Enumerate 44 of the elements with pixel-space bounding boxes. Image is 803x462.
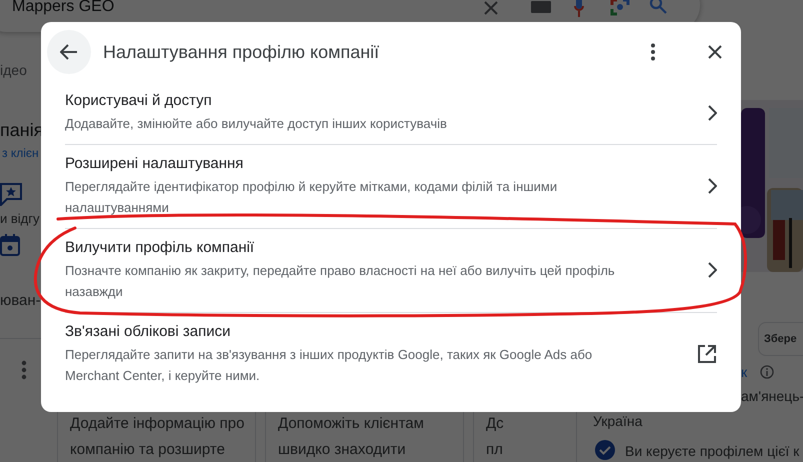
info-icon[interactable] xyxy=(760,365,774,379)
item-description: Позначте компанію як закриту, передайте право власності на неї або вилучіть цей профіль назавжди xyxy=(65,262,616,301)
save-button[interactable]: Збере xyxy=(758,322,803,356)
microphone-icon[interactable] xyxy=(574,0,584,18)
card-text: Додайте інформацію про xyxy=(70,414,243,434)
directions-link[interactable]: к xyxy=(741,364,748,380)
calendar-icon xyxy=(0,234,20,256)
item-description: Додавайте, змінюйте або вилучайте доступ інших користувачів xyxy=(65,115,448,133)
settings-item[interactable]: Зв'язані облікові записи Переглядайте запити на зв'язування з інших продуктів Google, таких як Google Ads або Merchant Center, і керуйте ними. xyxy=(65,313,717,396)
camera-lens-icon[interactable] xyxy=(610,0,630,17)
more-vert-icon[interactable] xyxy=(21,360,27,380)
card-text: швидко знаходити xyxy=(278,440,407,460)
managed-note: Ви керуєте профілем цієї к xyxy=(625,443,800,459)
item-title: Вилучити профіль компанії xyxy=(65,238,256,258)
item-description: Переглядайте запити на зв'язування з інших продуктів Google, таких як Google Ads або Merchant Center, і керуйте ними. xyxy=(65,346,594,385)
action-label[interactable]: и відгу xyxy=(0,211,40,226)
country-text: Україна xyxy=(593,413,642,429)
settings-item[interactable]: Користувачі й доступ Додавайте, змінюйте або вилучайте доступ інших користувачів xyxy=(65,82,717,145)
item-description: Переглядайте ідентифікатор профілю й керуйте мітками, кодами філій та іншими налаштуваннями xyxy=(65,178,558,217)
review-star-icon xyxy=(0,182,22,206)
chevron-right-icon xyxy=(707,262,717,278)
item-title: Розширені налаштування xyxy=(65,154,244,174)
clear-icon[interactable] xyxy=(483,0,499,16)
search-text: Mappers GEO xyxy=(12,0,114,16)
action-label[interactable]: юван- xyxy=(0,292,41,309)
back-arrow-icon xyxy=(60,44,78,60)
settings-item[interactable]: Розширені налаштування Переглядайте ідентифікатор профілю й керуйте мітками, кодами філій та іншими налаштуваннями xyxy=(65,145,717,229)
card-text: Дс xyxy=(486,414,505,434)
item-title: Користувачі й доступ xyxy=(65,91,213,111)
more-vert-icon xyxy=(650,43,656,61)
search-icon[interactable] xyxy=(649,0,667,14)
close-icon xyxy=(708,45,722,59)
card-text: Допоможіть клієнтам xyxy=(278,414,425,434)
chevron-right-icon xyxy=(707,178,717,194)
card-text: пл xyxy=(486,440,504,460)
open-external-icon xyxy=(697,344,717,364)
chevron-right-icon xyxy=(707,104,717,120)
tab-label[interactable]: ідео xyxy=(0,62,27,78)
card-text: компанію та розширте xyxy=(70,440,226,460)
settings-item[interactable]: Вилучити профіль компанії Позначте компанію як закриту, передайте право власності на неї або вилучіть цей профіль назавжди xyxy=(65,229,717,313)
item-title: Зв'язані облікові записи xyxy=(65,322,232,342)
back-button[interactable] xyxy=(47,30,91,74)
dialog-title: Налаштування профілю компанії xyxy=(103,42,380,62)
business-link[interactable]: з клієн xyxy=(2,146,39,160)
